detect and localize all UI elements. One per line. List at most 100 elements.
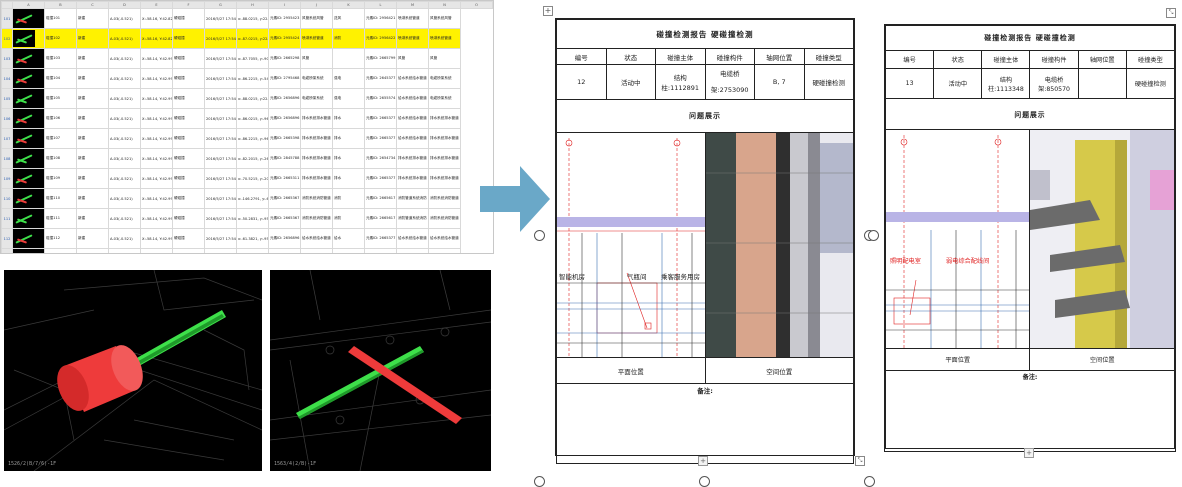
table-cell-xyz[interactable]: x:-146.2791, y:-62.2791, z:-4.5210 (236, 188, 269, 209)
table-cell-id[interactable]: 碰撞105 (44, 88, 77, 109)
column-header[interactable]: A (12, 1, 45, 9)
table-cell-id[interactable]: 碰撞107 (44, 128, 77, 149)
table-cell-id[interactable]: 碰撞111 (44, 208, 77, 229)
table-row[interactable]: 101 碰撞101 新建 A-03(-0.521) X:-58.16, Y:42.82 硬… (1, 8, 493, 29)
column-header[interactable]: C (76, 1, 109, 9)
table-cell-cat2[interactable]: 消防管道系统消防 (396, 208, 429, 229)
table-cell-sys1[interactable]: 送风 (332, 8, 365, 29)
table-cell-date[interactable]: 2016/5/27 17:54 (204, 68, 237, 89)
table-cell-cat1[interactable]: 排水系统排水管道 (428, 148, 461, 169)
row-number[interactable]: 103 (1, 48, 13, 69)
table-cell-date[interactable]: 2016/5/27 17:54 (204, 168, 237, 189)
table-cell-cat2[interactable]: 给水系统给水管道 (396, 108, 429, 129)
table-cell-pos[interactable]: A-03(-0.521) (108, 68, 141, 89)
table-cell-result[interactable]: 硬碰撞 (172, 248, 205, 253)
column-header[interactable]: B (44, 1, 77, 9)
table-cell-coords[interactable]: X:-58.14, Y:42.99 (140, 108, 173, 129)
table-cell-cat2[interactable]: 喷淋系统管道 (396, 8, 429, 29)
row-number[interactable]: 104 (1, 68, 13, 89)
table-cell-date[interactable]: 2016/5/27 17:54 (204, 248, 237, 253)
table-cell-id[interactable]: 碰撞110 (44, 188, 77, 209)
table-cell-date[interactable]: 2016/5/27 17:54 (204, 208, 237, 229)
table-cell-cat1[interactable]: 排水系统排水管道 (300, 148, 333, 169)
table-cell-result[interactable]: 硬碰撞 (172, 188, 205, 209)
table-cell-sys1[interactable]: 排水 (332, 128, 365, 149)
table-cell-status[interactable]: 新建 (76, 48, 109, 69)
table-cell-e2[interactable]: 元素ID: 2645377 (364, 68, 397, 89)
table-cell-e2[interactable]: 元素ID: 2655574 (364, 88, 397, 109)
table-cell-xyz[interactable]: x:-61.3821, y:-95.2012, z:-6.3491 (236, 228, 269, 249)
table-cell-sys1[interactable]: 排水 (332, 168, 365, 189)
table-row[interactable]: 113 碰撞113新建A-03(-0.521)X:-58.14, Y:42.99硬… (1, 248, 493, 253)
column-header[interactable]: O (460, 1, 493, 9)
table-cell-date[interactable]: 2016/5/27 17:54 (204, 88, 237, 109)
column-header[interactable]: D (108, 1, 141, 9)
table-row[interactable]: 102 碰撞102 新建 A-03(-0.521) X:-58.16, Y:42.82 硬… (1, 28, 493, 49)
table-cell-result[interactable]: 硬碰撞 (172, 28, 205, 49)
table-row[interactable]: 105 碰撞105 新建 A-03(-0.521) X:-58.14, Y:42.99 硬… (1, 88, 493, 109)
table-cell-id[interactable]: 碰撞106 (44, 108, 77, 129)
corner-cell[interactable] (1, 1, 13, 9)
table-cell-coords[interactable]: X:-58.16, Y:42.82 (140, 28, 173, 49)
table-cell-cat1[interactable]: 风管系统风管 (300, 8, 333, 29)
table-cell-result[interactable]: 硬碰撞 (172, 88, 205, 109)
table-cell-id[interactable]: 碰撞109 (44, 168, 77, 189)
table-cell-status[interactable]: 新建 (76, 208, 109, 229)
column-header[interactable]: J (300, 1, 333, 9)
table-cell-sys1[interactable]: 排水 (332, 108, 365, 129)
table-cell-sys1[interactable]: 消防 (332, 188, 365, 209)
table-cell-date[interactable]: 2016/5/27 17:54 (204, 108, 237, 129)
table-cell-e1[interactable]: 元素ID: 2955424 (268, 28, 301, 49)
table-cell-cat1[interactable]: 喷淋系统管道 (300, 28, 333, 49)
table-cell-cat2[interactable]: 给水系统给水管道 (396, 128, 429, 149)
table-cell-date[interactable]: 2016/5/27 17:54 (204, 48, 237, 69)
row-number[interactable]: 105 (1, 88, 13, 109)
table-cell-xyz[interactable]: x:-87.7055, y:-90.6471, z:-2.3421 (236, 48, 269, 69)
table-row[interactable]: 106 碰撞106 新建 A-03(-0.521) X:-58.14, Y:42.99 硬… (1, 108, 493, 129)
table-cell-pos[interactable]: A-03(-0.521) (108, 128, 141, 149)
table-cell-id[interactable]: 碰撞113 (44, 248, 77, 253)
table-cell-cat1[interactable]: 排水系统排水管道 (428, 108, 461, 129)
row-number[interactable]: 109 (1, 168, 13, 189)
table-cell-date[interactable]: 2016/5/27 17:54 (204, 148, 237, 169)
table-row[interactable]: 111 碰撞111 新建 A-03(-0.521) X:-58.14, Y:42.99 硬… (1, 208, 493, 229)
table-cell-date[interactable]: 2016/5/27 17:54 (204, 188, 237, 209)
table-row[interactable]: 104 碰撞104 新建 A-03(-0.521) X:-58.14, Y:42.99 硬… (1, 68, 493, 89)
table-cell-cat2[interactable]: 风管 (396, 48, 429, 69)
table-cell-xyz[interactable]: x:-86.0215, y:-96.2701, z:-1.3318 (236, 108, 269, 129)
table-cell-status[interactable]: 新建 (76, 168, 109, 189)
table-cell-result[interactable]: 硬碰撞 (172, 48, 205, 69)
table-cell-result[interactable]: 硬碰撞 (172, 8, 205, 29)
row-number[interactable]: 112 (1, 228, 13, 249)
table-cell-pos[interactable]: A-03(-0.521) (108, 208, 141, 229)
table-cell-cat2[interactable]: 给水系统给水管道 (396, 88, 429, 109)
table-cell-date[interactable]: 2016/5/27 17:54 (204, 128, 237, 149)
table-cell-cat1[interactable]: 给水系统给水管道 (300, 228, 333, 249)
viewport-3d-cylinder-clash[interactable]: 1526/2(B/7/6)-1F (4, 270, 262, 471)
table-cell-cat1[interactable]: 消防系统消防管道 (300, 208, 333, 229)
table-cell-xyz[interactable]: x:-131.3151, y:-95.2812, z:-1.9954 (236, 248, 269, 253)
table-cell-e1[interactable]: 元素ID: 2656896 (268, 228, 301, 249)
table-cell-pos[interactable]: A-03(-0.521) (108, 148, 141, 169)
column-header[interactable]: H (236, 1, 269, 9)
table-cell-coords[interactable]: X:-58.14, Y:42.99 (140, 168, 173, 189)
table-cell-sys1[interactable]: 给水 (332, 228, 365, 249)
table-cell-status[interactable]: 新建 (76, 148, 109, 169)
table-cell-status[interactable]: 新建 (76, 8, 109, 29)
table-cell-e1[interactable]: 元素ID: 2955423 (268, 8, 301, 29)
row-number[interactable]: 107 (1, 128, 13, 149)
add-row-button[interactable]: + (1024, 448, 1034, 458)
table-cell-cat1[interactable]: 电缆桥架系统 (300, 68, 333, 89)
table-cell-e1[interactable]: 元素ID: 2665398 (268, 128, 301, 149)
table-cell-xyz[interactable]: x:-87.0215, y:22.1821, z:6.3154 (236, 28, 269, 49)
table-cell-cat1[interactable]: 喷淋系统管道 (428, 28, 461, 49)
table-cell-cat1[interactable]: 排水系统排水管道 (300, 168, 333, 189)
table-cell-sys1[interactable] (332, 48, 365, 69)
table-cell-id[interactable]: 碰撞108 (44, 148, 77, 169)
table-cell-cat1[interactable]: 风管系统风管 (428, 8, 461, 29)
table-row[interactable]: 110 碰撞110 新建 A-03(-0.521) X:-58.14, Y:42.99 硬… (1, 188, 493, 209)
table-cell-xyz[interactable]: x:-86.2215, y:-96.2701, z:-1.2319 (236, 128, 269, 149)
table-cell-pos[interactable]: A-03(-0.521) (108, 28, 141, 49)
table-cell-e2[interactable]: 元素ID: 2665617 (364, 188, 397, 209)
column-header[interactable]: M (396, 1, 429, 9)
